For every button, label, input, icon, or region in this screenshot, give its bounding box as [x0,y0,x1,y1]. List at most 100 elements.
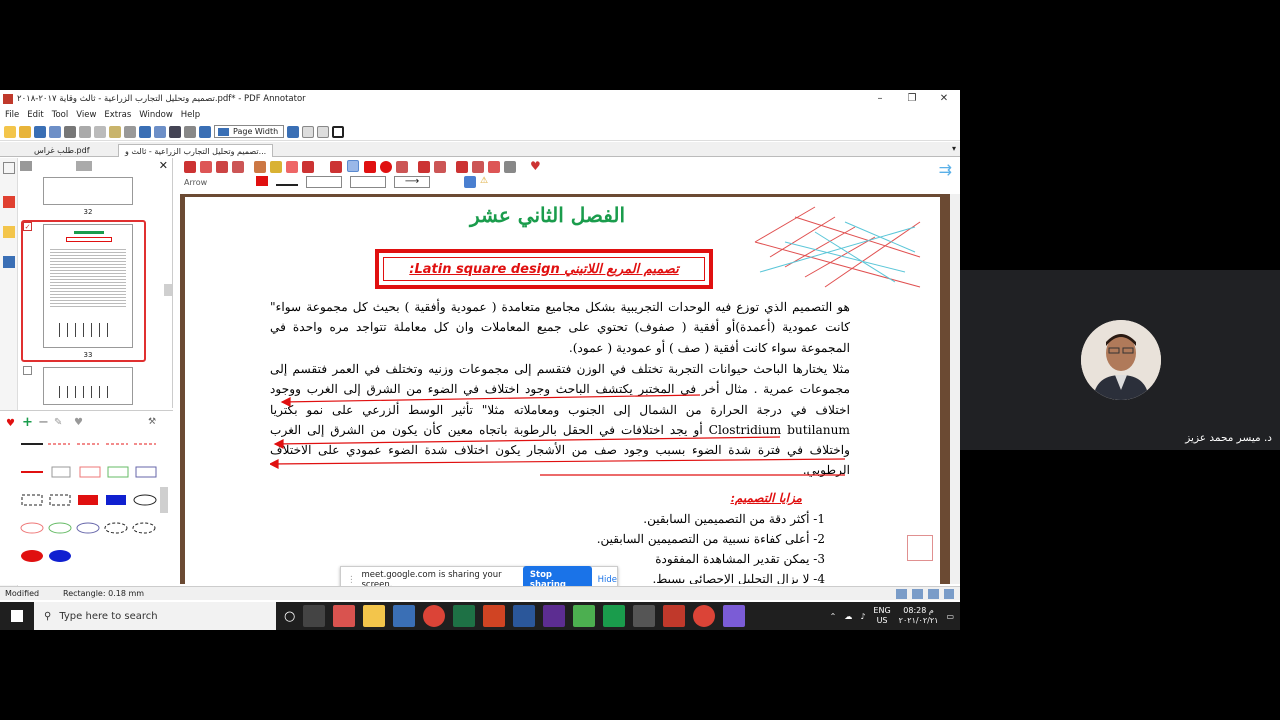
store-icon[interactable] [393,605,416,627]
thumbnail-page-32[interactable] [43,177,133,205]
cut-icon[interactable] [79,125,91,138]
document-view[interactable]: الفصل الثاني عشر تصميم المربع اللاتيني L… [180,194,950,584]
menu-extras[interactable]: Extras [104,110,131,120]
more-tools-icon[interactable] [504,161,516,173]
stats-app-icon[interactable] [573,605,596,627]
menu-file[interactable]: File [5,110,19,120]
link-icon[interactable] [488,161,500,173]
links-icon[interactable] [3,256,15,268]
paint-app-icon[interactable] [633,605,656,627]
color-picker[interactable] [256,176,268,186]
thumbnail-page-33[interactable] [43,224,133,348]
open-folder-icon[interactable] [19,125,31,138]
select-tool-icon[interactable] [184,161,196,173]
zoom-out-icon[interactable] [199,125,211,138]
viber-icon[interactable] [723,605,746,627]
thumbnail-checkbox-34[interactable] [23,366,32,375]
select-text-icon[interactable] [200,161,212,173]
taskbar-search[interactable]: ⚲ Type here to search [34,602,276,630]
panel-close-icon[interactable]: ✕ [159,159,168,172]
apply-style-icon[interactable] [464,176,476,188]
favorites-heart-icon[interactable]: ♥ [530,159,541,173]
cloud-icon[interactable]: ☁ [844,612,852,621]
eraser-icon[interactable] [418,161,430,173]
tools-settings-icon[interactable]: ⚒ [148,417,156,427]
measure-tool-icon[interactable] [396,161,408,173]
calendar-app-icon[interactable] [333,605,356,627]
undo-icon[interactable] [139,125,151,138]
thumbnails-scrollbar[interactable] [164,284,172,296]
find-icon[interactable] [169,125,181,138]
pen-panel-scrollbar[interactable] [160,487,168,513]
line-start-style-picker[interactable] [306,176,342,188]
line-tool-icon[interactable] [330,161,342,173]
annotations-list-icon[interactable] [3,196,15,208]
panel-menu-icon[interactable] [20,161,32,171]
share-drag-handle-icon[interactable]: ⋮ [347,575,356,585]
thumbnail-checkbox-33[interactable]: ✓ [23,222,32,231]
document-scrollbar[interactable] [950,194,960,584]
zoom-in-icon[interactable] [287,125,299,138]
warning-icon[interactable]: ⚠ [480,176,488,186]
onenote-icon[interactable] [543,605,566,627]
tabs-dropdown-icon[interactable]: ▾ [952,144,956,153]
sticky-note-icon[interactable] [907,535,933,561]
line-end-style-picker[interactable]: ⟶ [394,176,430,188]
meet-participant-tile[interactable]: د. ميسر محمد عزيز [960,270,1280,450]
page-settings-icon[interactable] [184,125,196,138]
pdf-annotator-task-icon[interactable] [663,605,686,627]
arrow-tool-icon[interactable] [347,160,359,172]
save-icon[interactable] [34,125,46,138]
delete-icon[interactable] [124,125,136,138]
menu-tool[interactable]: Tool [52,110,69,120]
thumbnails-icon[interactable] [3,162,15,174]
excel-icon[interactable] [453,605,476,627]
bookmarks-icon[interactable] [3,226,15,238]
view-mode-icons[interactable] [896,589,954,599]
chrome-2-icon[interactable] [693,605,716,627]
text-tool-icon[interactable] [286,161,298,173]
pen-presets-grid[interactable] [18,433,163,583]
start-button[interactable] [0,602,34,630]
powerpoint-icon[interactable] [483,605,506,627]
word-icon[interactable] [513,605,536,627]
save-all-icon[interactable] [49,125,61,138]
camera-icon[interactable] [456,161,468,173]
minimize-button[interactable]: – [864,90,896,107]
heart-icon[interactable]: ♥ [6,418,15,429]
menu-help[interactable]: Help [181,110,200,120]
redo-icon[interactable] [154,125,166,138]
close-button[interactable]: ✕ [928,90,960,107]
insert-icon[interactable] [472,161,484,173]
rectangle-tool-icon[interactable] [364,161,376,173]
heart-outline-icon[interactable]: ♥ [74,417,83,428]
tab-current-document[interactable]: تصميم وتحليل التجارب الزراعية - ثالث و..… [118,144,274,157]
green-app-icon[interactable] [603,605,626,627]
dash-style-picker[interactable] [350,176,386,188]
copy-icon[interactable] [94,125,106,138]
thumbnail-page-34[interactable] [43,367,133,405]
highlighter-icon[interactable] [270,161,282,173]
two-page-icon[interactable] [317,125,329,138]
tab-talab-ghras[interactable]: طلب غراس.pdf [28,144,96,157]
chrome-icon[interactable] [423,605,446,627]
menu-view[interactable]: View [76,110,96,120]
add-icon[interactable]: + [22,415,33,430]
tray-chevron-icon[interactable]: ⌃ [830,612,837,621]
cortana-icon[interactable]: ○ [284,609,295,624]
hand-tool-icon[interactable] [216,161,228,173]
language-indicator[interactable]: ENG US [873,606,890,626]
remove-icon[interactable]: − [38,415,49,430]
lasso-icon[interactable] [434,161,446,173]
fullscreen-icon[interactable] [332,125,344,138]
task-view-icon[interactable] [303,605,326,627]
volume-icon[interactable]: ♪ [860,612,865,621]
stamp-tool-icon[interactable] [302,161,314,173]
menu-edit[interactable]: Edit [27,110,43,120]
expand-panel-icon[interactable]: ⇉ [939,160,952,179]
zoom-tool-icon[interactable] [232,161,244,173]
ellipse-tool-icon[interactable] [380,161,392,173]
print-icon[interactable] [64,125,76,138]
paste-icon[interactable] [109,125,121,138]
red-arrow-annotations[interactable] [270,377,850,487]
